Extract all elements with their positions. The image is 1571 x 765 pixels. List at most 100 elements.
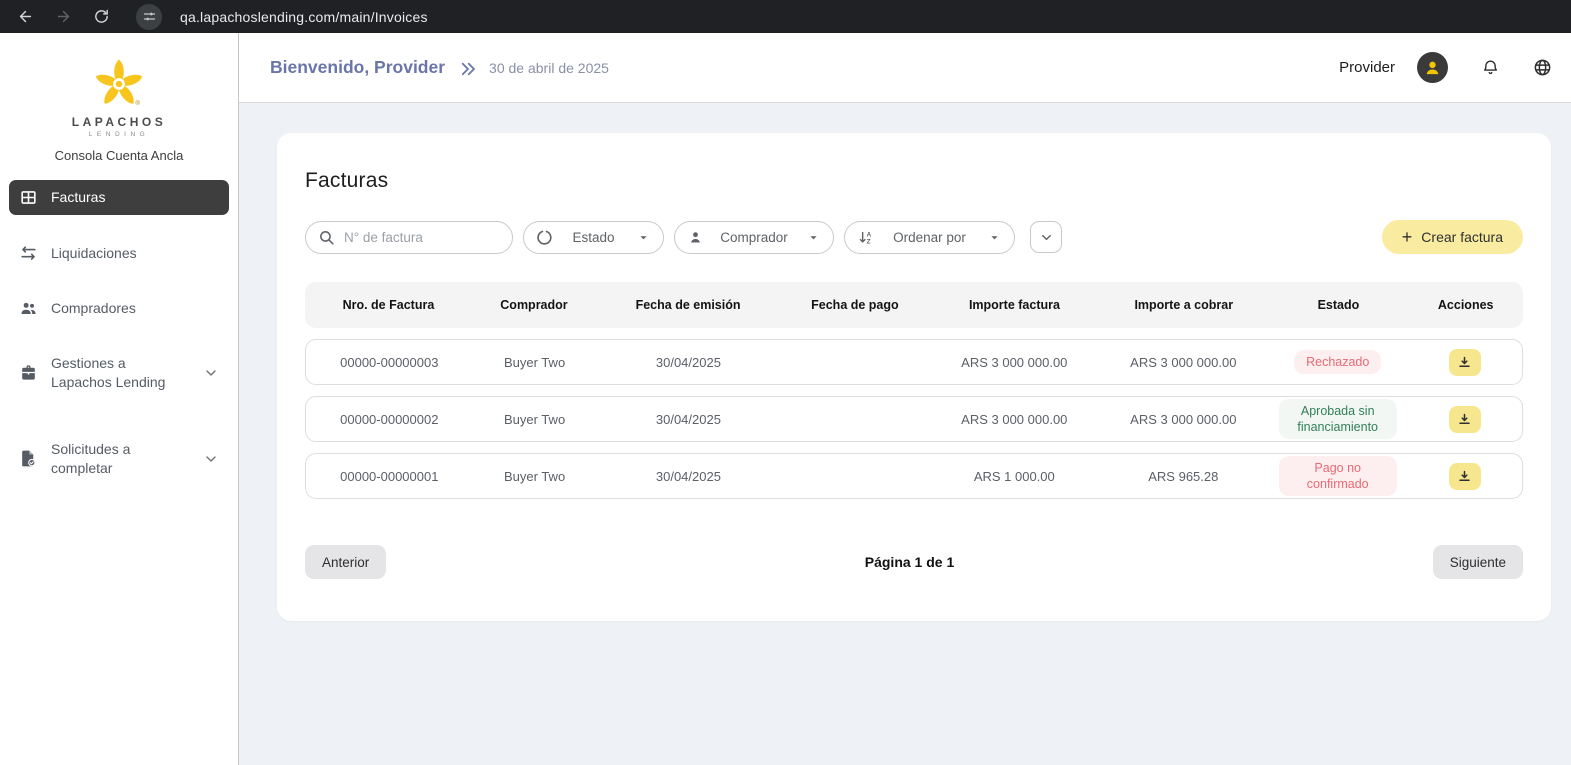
previous-page-button[interactable]: Anterior [305, 545, 386, 579]
sidebar-item-label: Facturas [51, 188, 219, 207]
svg-text:Z: Z [867, 238, 871, 245]
download-invoice-button[interactable] [1449, 406, 1481, 433]
swap-arrows-icon [19, 244, 38, 263]
search-icon [318, 229, 335, 246]
download-invoice-button[interactable] [1449, 349, 1481, 376]
chevron-down-icon [203, 451, 219, 467]
column-header: Importe factura [930, 298, 1099, 312]
status-badge: Pago no confirmado [1279, 456, 1397, 497]
console-label: Consola Cuenta Ancla [9, 148, 229, 163]
column-header: Acciones [1408, 298, 1522, 312]
status-badge: Aprobada sin financiamiento [1279, 399, 1397, 440]
page-indicator: Página 1 de 1 [386, 554, 1432, 570]
notifications-button[interactable] [1481, 58, 1500, 77]
top-header: Bienvenido, Provider 30 de abril de 2025… [239, 33, 1571, 103]
receivable-amount: ARS 3 000 000.00 [1099, 412, 1268, 427]
address-bar[interactable]: qa.lapachoslending.com/main/Invoices [180, 9, 428, 25]
flower-logo-icon: ® [87, 55, 151, 113]
language-button[interactable] [1533, 58, 1552, 77]
invoice-amount: ARS 1 000.00 [930, 469, 1099, 484]
sidebar: ® LAPACHOS LENDING Consola Cuenta Ancla … [0, 33, 239, 765]
receivable-amount: ARS 3 000 000.00 [1099, 355, 1268, 370]
issue-date: 30/04/2025 [597, 412, 781, 427]
ordenar-filter-label: Ordenar por [893, 230, 966, 245]
sidebar-item-gestiones[interactable]: Gestiones a Lapachos Lending [9, 346, 229, 400]
briefcase-icon [19, 363, 38, 382]
estado-filter-label: Estado [572, 230, 614, 245]
document-check-icon [19, 449, 38, 468]
brand-logo: ® LAPACHOS LENDING Consola Cuenta Ancla [9, 55, 229, 163]
brand-name: LAPACHOS [9, 115, 229, 129]
sidebar-item-label: Liquidaciones [51, 244, 219, 263]
comprador-filter[interactable]: Comprador [674, 221, 834, 254]
caret-down-icon [987, 230, 1002, 245]
sidebar-item-label: Solicitudes a completar [51, 440, 190, 478]
invoice-number: 00000-00000003 [306, 355, 473, 370]
globe-icon [1533, 58, 1552, 77]
page-title: Facturas [305, 169, 1523, 193]
svg-text:®: ® [135, 99, 140, 107]
estado-filter[interactable]: Estado [523, 221, 664, 254]
more-filters-button[interactable] [1030, 221, 1062, 253]
invoices-table: Nro. de Factura Comprador Fecha de emisi… [305, 282, 1523, 499]
caret-down-icon [636, 230, 651, 245]
sidebar-item-solicitudes[interactable]: Solicitudes a completar [9, 432, 229, 486]
column-header: Fecha de emisión [596, 298, 780, 312]
double-chevron-icon [459, 60, 477, 78]
bell-icon [1481, 58, 1500, 77]
tune-icon [142, 9, 157, 24]
sidebar-item-label: Gestiones a Lapachos Lending [51, 354, 190, 392]
sidebar-item-compradores[interactable]: Compradores [9, 291, 229, 326]
invoices-card: Facturas Estado [277, 133, 1551, 621]
buyer-name: Buyer Two [473, 412, 597, 427]
browser-back-button[interactable] [10, 2, 40, 32]
caret-down-icon [806, 230, 821, 245]
brand-subtitle: LENDING [9, 131, 229, 138]
chevron-down-icon [203, 365, 219, 381]
invoice-number: 00000-00000001 [306, 469, 473, 484]
ordenar-filter[interactable]: AZ Ordenar por [844, 221, 1015, 254]
browser-reload-button[interactable] [86, 2, 116, 32]
avatar[interactable] [1417, 52, 1448, 83]
sort-az-icon: AZ [857, 229, 874, 246]
search-input[interactable] [344, 230, 494, 245]
buyer-name: Buyer Two [473, 469, 597, 484]
column-header: Fecha de pago [780, 298, 930, 312]
svg-text:A: A [867, 231, 872, 238]
download-icon [1457, 412, 1472, 427]
person-icon [1422, 57, 1443, 78]
download-icon [1457, 355, 1472, 370]
next-page-button[interactable]: Siguiente [1433, 545, 1523, 579]
content-area: Facturas Estado [239, 103, 1571, 765]
pagination: Anterior Página 1 de 1 Siguiente [305, 545, 1523, 579]
sidebar-item-label: Compradores [51, 299, 219, 318]
grid-icon [19, 188, 38, 207]
invoice-search[interactable] [305, 221, 513, 254]
comprador-filter-label: Comprador [720, 230, 788, 245]
browser-toolbar: qa.lapachoslending.com/main/Invoices [0, 0, 1571, 33]
table-row: 00000-00000001 Buyer Two 30/04/2025 ARS … [305, 453, 1523, 499]
column-header: Nro. de Factura [305, 298, 472, 312]
column-header: Comprador [472, 298, 596, 312]
invoice-number: 00000-00000002 [306, 412, 473, 427]
create-invoice-label: Crear factura [1421, 229, 1503, 245]
column-header: Estado [1268, 298, 1408, 312]
invoice-amount: ARS 3 000 000.00 [930, 412, 1099, 427]
download-invoice-button[interactable] [1449, 463, 1481, 490]
people-icon [19, 299, 38, 318]
welcome-text: Bienvenido, Provider [270, 57, 445, 78]
chevron-down-icon [1039, 230, 1054, 245]
header-date: 30 de abril de 2025 [489, 60, 609, 76]
back-arrow-icon [17, 8, 34, 25]
create-invoice-button[interactable]: + Crear factura [1382, 220, 1523, 254]
buyer-name: Buyer Two [473, 355, 597, 370]
browser-forward-button[interactable] [48, 2, 78, 32]
person-icon [687, 229, 704, 246]
table-row: 00000-00000003 Buyer Two 30/04/2025 ARS … [305, 339, 1523, 385]
sidebar-item-facturas[interactable]: Facturas [9, 180, 229, 215]
issue-date: 30/04/2025 [597, 355, 781, 370]
site-settings-button[interactable] [136, 4, 162, 30]
plus-icon: + [1402, 228, 1413, 246]
forward-arrow-icon [55, 8, 72, 25]
sidebar-item-liquidaciones[interactable]: Liquidaciones [9, 236, 229, 271]
